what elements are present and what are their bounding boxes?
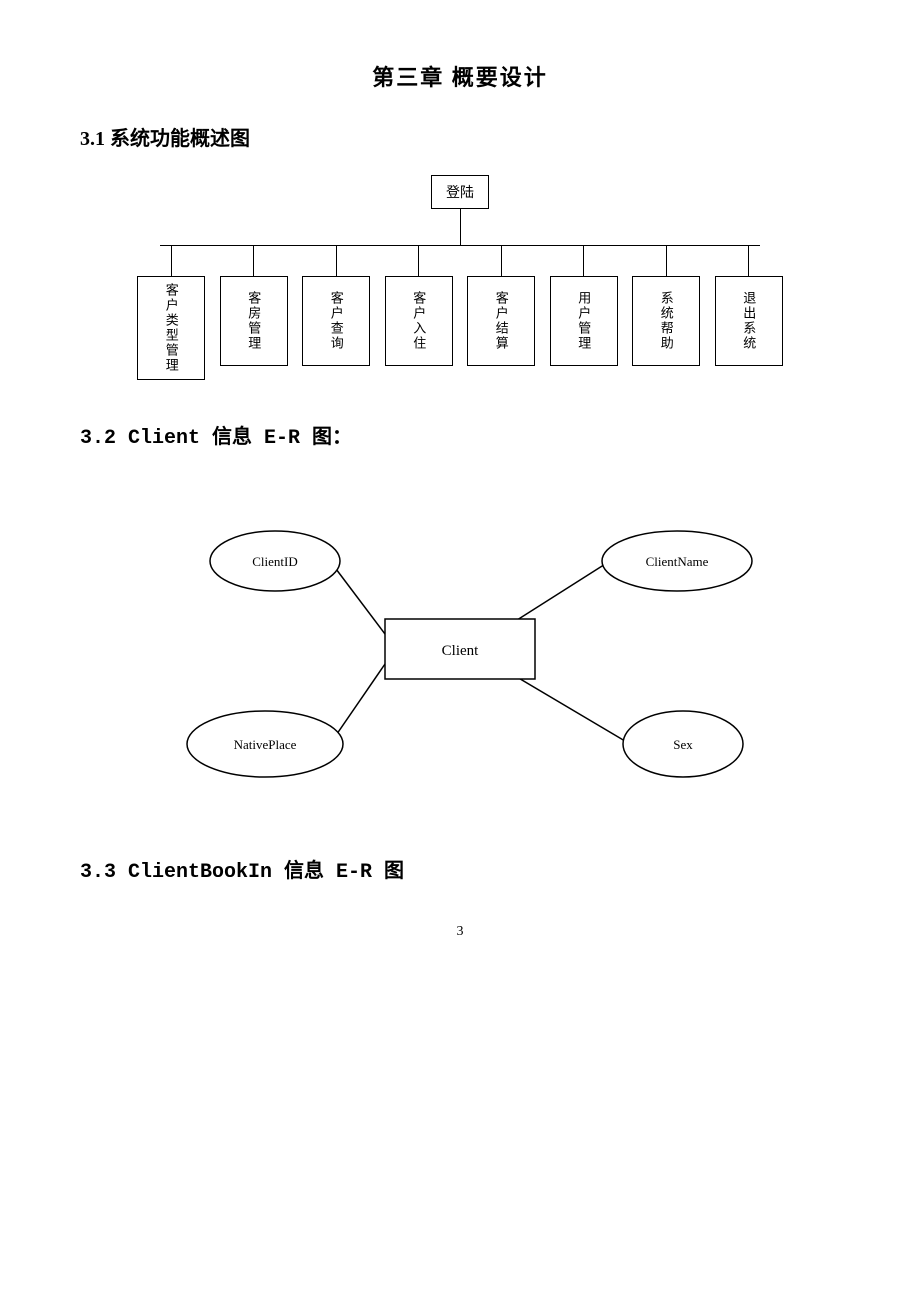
svg-text:Client: Client — [442, 643, 479, 659]
section1-title: 3.1 系统功能概述图 — [80, 122, 840, 151]
tree-child-node: 客户类型管理 — [137, 276, 205, 380]
tree-child-col: 系统帮助 — [625, 246, 708, 380]
svg-text:ClientID: ClientID — [252, 554, 298, 569]
svg-text:Sex: Sex — [673, 737, 693, 752]
tree-child-col: 用户管理 — [543, 246, 626, 380]
tree-child-node: 客户结算 — [467, 276, 535, 366]
tree-child-col: 客户类型管理 — [130, 246, 213, 380]
er-client-diagram: ClientID ClientName NativePlace Sex Clie… — [120, 474, 800, 814]
svg-text:ClientName: ClientName — [646, 554, 709, 569]
tree-child-node: 客户查询 — [302, 276, 370, 366]
tree-child-node: 退出系统 — [715, 276, 783, 366]
section3-title: 3.3 ClientBookIn 信息 E-R 图 — [80, 854, 840, 884]
function-tree-diagram: 登陆 客户类型管理 客房管理 客户查询 客户入住 客户结算 — [80, 175, 840, 380]
page-number: 3 — [80, 924, 840, 940]
chapter-title: 第三章 概要设计 — [80, 60, 840, 92]
er-svg: ClientID ClientName NativePlace Sex Clie… — [120, 474, 800, 814]
tree-child-col: 客房管理 — [213, 246, 296, 380]
svg-text:NativePlace: NativePlace — [234, 737, 297, 752]
tree-child-node: 客房管理 — [220, 276, 288, 366]
section2-title: 3.2 Client 信息 E-R 图： — [80, 420, 840, 450]
tree-child-col: 客户入住 — [378, 246, 461, 380]
tree-child-col: 客户查询 — [295, 246, 378, 380]
tree-child-col: 退出系统 — [708, 246, 791, 380]
tree-child-node: 系统帮助 — [632, 276, 700, 366]
tree-child-col: 客户结算 — [460, 246, 543, 380]
tree-child-node: 用户管理 — [550, 276, 618, 366]
tree-child-node: 客户入住 — [385, 276, 453, 366]
tree-root-node: 登陆 — [431, 175, 489, 209]
